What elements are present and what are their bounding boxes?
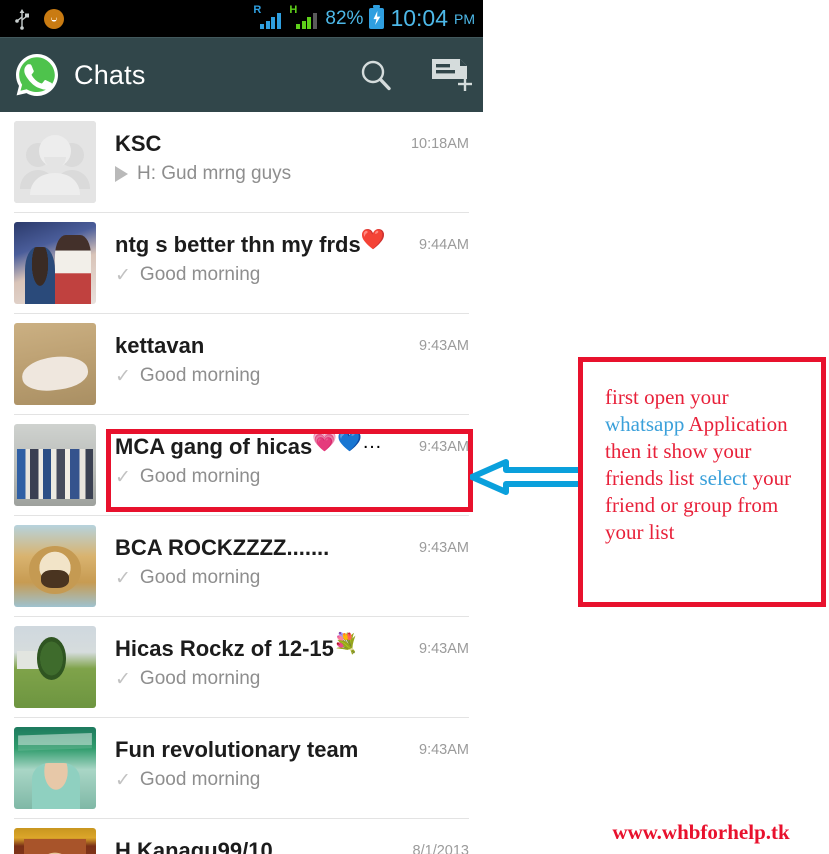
chat-item-body: MCA gang of hicas💗💙… 9:43AM ✓ Good morni… (115, 424, 483, 506)
chat-name: BCA ROCKZZZZ....... (115, 536, 330, 560)
chat-time: 9:43AM (419, 742, 469, 758)
battery-percent: 82% (325, 7, 364, 29)
app-bar-actions (359, 38, 473, 112)
new-chat-icon[interactable] (429, 55, 473, 95)
avatar (14, 222, 96, 304)
chat-list-item[interactable]: Hicas Rockz of 12-15💐 9:43AM ✓ Good morn… (0, 617, 483, 718)
chat-list-item[interactable]: Fun revolutionary team 9:43AM ✓ Good mor… (0, 718, 483, 819)
annotation-part-1: first open your (605, 385, 729, 409)
roaming-signal-icon: R (253, 4, 283, 31)
chat-preview: ✓ Good morning (115, 567, 469, 589)
search-icon[interactable] (359, 58, 393, 92)
chat-message: Good morning (139, 365, 261, 386)
status-clock: 10:04 (390, 5, 448, 31)
single-tick-icon: ✓ (115, 365, 131, 387)
chat-name: MCA gang of hicas (115, 435, 313, 459)
chat-time: 9:43AM (419, 338, 469, 354)
chat-message: Good morning (139, 567, 261, 588)
chat-name: Fun revolutionary team (115, 738, 359, 762)
chat-name: Hicas Rockz of 12-15 (115, 637, 334, 661)
annotation-keyword-select: select (699, 466, 748, 490)
chat-list-item[interactable]: KSC 10:18AM H: Gud mrng guys (0, 112, 483, 213)
chat-item-body: ntg s better thn my frds❤️ 9:44AM ✓ Good… (115, 222, 483, 304)
single-tick-icon: ✓ (115, 769, 131, 791)
left-arrow-icon (469, 458, 589, 496)
annotation-keyword-whatsapp: whatsapp (605, 412, 685, 436)
chat-name: ntg s better thn my frds (115, 233, 361, 257)
chat-message: Good morning (139, 769, 261, 790)
usb-icon (14, 8, 30, 30)
annotation-box: first open your whatsapp Application the… (578, 357, 826, 607)
avatar (14, 525, 96, 607)
phone-screenshot: R H 82% 10:04 PM Chats KSC 10:18AM H: Gu… (0, 0, 483, 854)
chat-preview: ✓ Good morning (115, 466, 469, 488)
page-title: Chats (74, 59, 146, 90)
chat-list[interactable]: KSC 10:18AM H: Gud mrng guys ntg s bette… (0, 112, 483, 854)
avatar (14, 323, 96, 405)
chat-time: 9:43AM (419, 439, 469, 455)
chat-time: 10:18AM (410, 136, 469, 152)
chat-time: 9:44AM (419, 237, 469, 253)
app-update-icon (44, 8, 64, 29)
chat-preview: ✓ Good morning (115, 264, 469, 286)
chat-message: Good morning (139, 668, 261, 689)
app-bar: Chats (0, 37, 483, 112)
chat-item-body: BCA ROCKZZZZ....... 9:43AM ✓ Good mornin… (115, 525, 483, 607)
chat-preview: ✓ Good morning (115, 365, 469, 387)
chat-name: H Kanagu99/10 (115, 839, 273, 854)
chat-time: 8/1/2013 (412, 843, 469, 854)
website-watermark: www.whbforhelp.tk (612, 820, 790, 844)
battery-charging-icon (369, 5, 385, 29)
chat-preview: ✓ Good morning (115, 769, 469, 791)
chat-name-emoji: 💐 (333, 633, 359, 655)
chat-name-emoji: ❤️ (360, 229, 386, 251)
chat-message: Good morning (139, 466, 261, 487)
chat-time: 9:43AM (419, 540, 469, 556)
chat-list-item-mca-gang[interactable]: MCA gang of hicas💗💙… 9:43AM ✓ Good morni… (0, 415, 483, 516)
chat-name-emoji: 💗💙… (312, 431, 383, 453)
chat-item-body: KSC 10:18AM H: Gud mrng guys (115, 121, 483, 203)
avatar (14, 424, 96, 506)
status-bar: R H 82% 10:04 PM (0, 0, 483, 37)
chat-list-item[interactable]: kettavan 9:43AM ✓ Good morning (0, 314, 483, 415)
status-bar-left-icons (0, 8, 64, 30)
avatar (14, 828, 96, 854)
data-network-icon: H (289, 4, 319, 31)
chat-preview: ✓ Good morning (115, 668, 469, 690)
chat-item-body: kettavan 9:43AM ✓ Good morning (115, 323, 483, 405)
chat-item-body: Hicas Rockz of 12-15💐 9:43AM ✓ Good morn… (115, 626, 483, 708)
chat-message: H: Gud mrng guys (137, 163, 292, 184)
play-icon (115, 166, 128, 182)
chat-list-item[interactable]: ntg s better thn my frds❤️ 9:44AM ✓ Good… (0, 213, 483, 314)
chat-name: KSC (115, 132, 162, 156)
single-tick-icon: ✓ (115, 264, 131, 286)
avatar (14, 121, 96, 203)
avatar (14, 626, 96, 708)
status-clock-ampm: PM (454, 10, 475, 27)
chat-message: Good morning (139, 264, 261, 285)
chat-list-item[interactable]: BCA ROCKZZZZ....... 9:43AM ✓ Good mornin… (0, 516, 483, 617)
chat-name: kettavan (115, 334, 205, 358)
chat-time: 9:43AM (419, 641, 469, 657)
chat-item-body: Fun revolutionary team 9:43AM ✓ Good mor… (115, 727, 483, 809)
status-bar-right-icons: R H 82% 10:04 PM (253, 0, 475, 37)
single-tick-icon: ✓ (115, 466, 131, 488)
chat-preview: H: Gud mrng guys (115, 163, 469, 185)
single-tick-icon: ✓ (115, 668, 131, 690)
single-tick-icon: ✓ (115, 567, 131, 589)
whatsapp-logo-icon (14, 52, 60, 98)
chat-item-body: H Kanagu99/10 8/1/2013 (115, 828, 483, 854)
annotation-text: first open your whatsapp Application the… (605, 384, 805, 546)
avatar (14, 727, 96, 809)
chat-list-item[interactable]: H Kanagu99/10 8/1/2013 (0, 819, 483, 854)
